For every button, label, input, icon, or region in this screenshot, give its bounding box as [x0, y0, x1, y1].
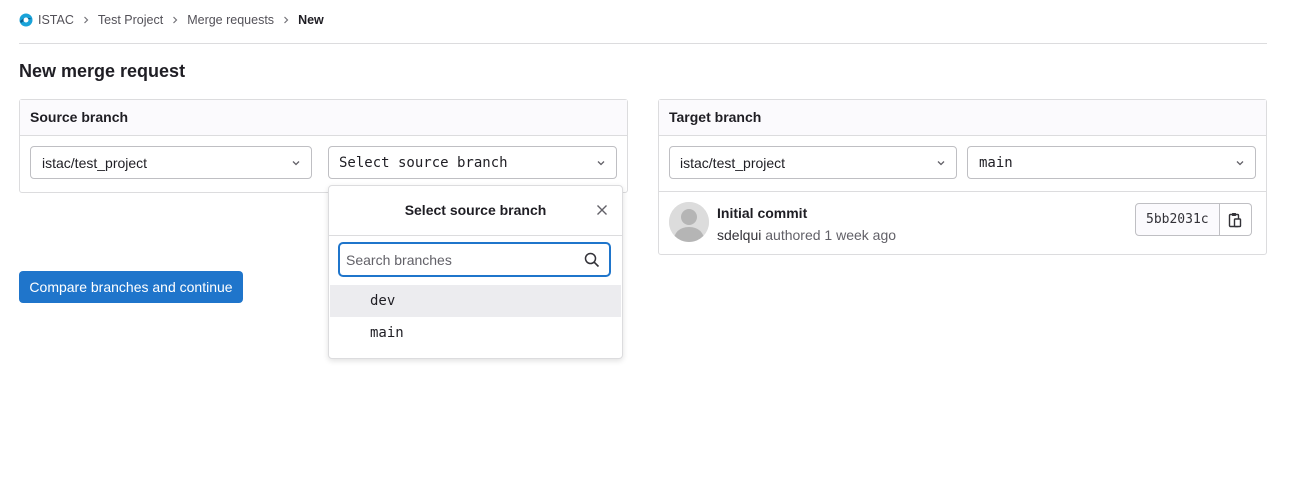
chevron-right-icon [171, 16, 179, 24]
dropdown-header: Select source branch [329, 186, 622, 236]
chevron-right-icon [282, 16, 290, 24]
commit-author[interactable]: sdelqui [717, 227, 761, 243]
source-project-select[interactable]: istac/test_project [30, 146, 312, 179]
chevron-down-icon [937, 161, 945, 166]
branch-option-dev[interactable]: dev [330, 285, 621, 317]
dropdown-title: Select source branch [404, 202, 547, 218]
chevron-down-icon [597, 161, 605, 166]
source-branch-header: Source branch [20, 100, 627, 136]
breadcrumb-item-istac[interactable]: ISTAC [38, 13, 74, 27]
branch-search-input[interactable] [346, 250, 576, 270]
breadcrumb-item-current[interactable]: New [298, 13, 324, 27]
source-project-value: istac/test_project [42, 154, 148, 171]
chevron-down-icon [1236, 161, 1244, 166]
target-branch-value: main [979, 154, 1013, 171]
compare-branches-button[interactable]: Compare branches and continue [19, 271, 243, 303]
close-icon[interactable] [596, 204, 608, 216]
target-project-select[interactable]: istac/test_project [669, 146, 957, 179]
breadcrumb: ISTAC Test Project Merge requests New [19, 12, 324, 28]
search-icon [584, 252, 600, 268]
commit-sha-group: 5bb2031c [1135, 203, 1252, 236]
source-branch-dropdown: Select source branch dev main [328, 185, 623, 359]
user-avatar-icon [669, 202, 709, 242]
target-branch-header: Target branch [659, 100, 1266, 136]
source-branch-placeholder: Select source branch [339, 154, 508, 171]
group-logo-icon[interactable] [19, 13, 33, 27]
commit-title[interactable]: Initial commit [717, 205, 807, 221]
branch-search-box [339, 243, 610, 276]
target-branch-panel: Target branch istac/test_project main In… [658, 99, 1267, 255]
header-divider [19, 43, 1267, 44]
target-project-value: istac/test_project [680, 154, 786, 171]
chevron-down-icon [292, 161, 300, 166]
chevron-right-icon [82, 16, 90, 24]
commit-row: Initial commit sdelqui authored 1 week a… [659, 191, 1266, 254]
commit-meta: sdelqui authored 1 week ago [717, 227, 896, 243]
target-branch-select[interactable]: main [967, 146, 1256, 179]
source-branch-select[interactable]: Select source branch [328, 146, 617, 179]
source-branch-panel: Source branch istac/test_project Select … [19, 99, 628, 193]
commit-authored-time: authored 1 week ago [765, 227, 897, 243]
breadcrumb-item-project[interactable]: Test Project [98, 13, 163, 27]
copy-sha-button[interactable] [1219, 203, 1252, 236]
breadcrumb-item-merge-requests[interactable]: Merge requests [187, 13, 274, 27]
clipboard-icon [1228, 212, 1242, 227]
commit-sha[interactable]: 5bb2031c [1135, 203, 1220, 236]
avatar[interactable] [669, 202, 709, 242]
branch-option-main[interactable]: main [330, 317, 621, 349]
page-title: New merge request [19, 61, 186, 81]
